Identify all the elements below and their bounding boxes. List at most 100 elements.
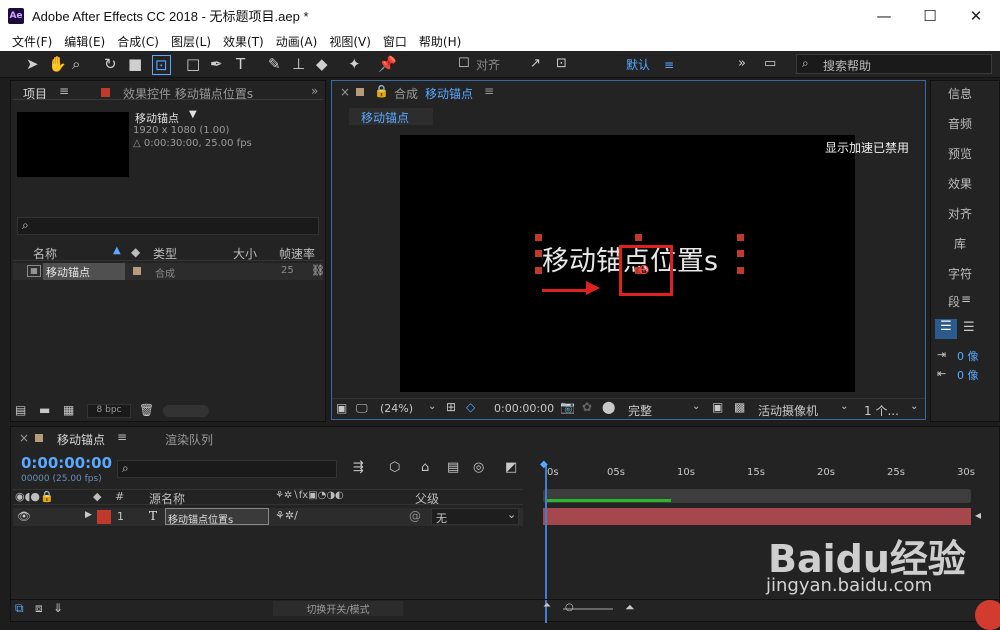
frame-blending-icon[interactable]: ▤ bbox=[447, 460, 459, 475]
panel-preview[interactable]: 预览 bbox=[937, 145, 983, 162]
parent-chevron-icon[interactable]: ⌄ bbox=[507, 508, 516, 521]
feedback-badge-icon[interactable] bbox=[975, 600, 1000, 630]
col-name[interactable]: 名称 bbox=[33, 245, 57, 262]
tab-render-queue[interactable]: 渲染队列 bbox=[165, 431, 213, 448]
bpc-button[interactable]: 8 bpc bbox=[87, 404, 131, 418]
zoom-dropdown[interactable]: (24%) bbox=[380, 402, 413, 415]
shy-layers-icon[interactable]: ⌂ bbox=[421, 460, 429, 475]
camera-tool-icon[interactable]: ■ bbox=[128, 55, 142, 73]
project-scrollbar[interactable] bbox=[163, 405, 209, 417]
rotate-tool-icon[interactable]: ↻ bbox=[104, 55, 117, 73]
channel-icon[interactable]: ⬤ bbox=[602, 400, 615, 414]
camera-chevron-icon[interactable]: ⌄ bbox=[840, 401, 848, 412]
puppet-pin-icon[interactable]: 📌 bbox=[378, 55, 397, 73]
interpret-footage-icon[interactable]: ▤ bbox=[15, 403, 26, 417]
menu-edit[interactable]: 编辑(E) bbox=[64, 33, 105, 50]
panel-info[interactable]: 信息 bbox=[937, 85, 983, 102]
anchor-point-icon[interactable]: ⊕ bbox=[638, 262, 650, 278]
flowchart-icon[interactable]: ⛓ bbox=[311, 264, 325, 277]
clone-stamp-icon[interactable]: ⊥ bbox=[292, 55, 305, 73]
graph-editor-icon[interactable]: ◩ bbox=[505, 460, 517, 475]
help-search-box[interactable]: ⌕ 搜索帮助 bbox=[796, 54, 992, 74]
type-tool-icon[interactable]: T bbox=[236, 55, 245, 73]
zoom-out-icon[interactable]: ⏶ bbox=[543, 600, 551, 611]
zoom-chevron-icon[interactable]: ⌄ bbox=[428, 401, 436, 412]
layer-handle-icon[interactable] bbox=[737, 234, 744, 241]
layer-handle-icon[interactable] bbox=[635, 234, 642, 241]
views-chevron-icon[interactable]: ⌄ bbox=[910, 401, 918, 412]
label-column-icon[interactable]: ◆ bbox=[131, 245, 140, 259]
indent-left-value[interactable]: 0 像 bbox=[957, 348, 979, 364]
draft-3d-icon[interactable]: ⬡ bbox=[389, 460, 400, 475]
layer-handle-icon[interactable] bbox=[737, 267, 744, 274]
menu-view[interactable]: 视图(V) bbox=[329, 33, 371, 50]
transparency-grid-icon[interactable]: ◇ bbox=[466, 400, 475, 414]
pen-tool-icon[interactable]: ✒ bbox=[210, 55, 223, 73]
views-dropdown[interactable]: 1 个... bbox=[864, 402, 899, 419]
time-ruler[interactable]: 0s 05s 10s 15s 20s 25s 30s bbox=[541, 457, 975, 478]
project-tab-menu-icon[interactable]: ≡ bbox=[59, 84, 69, 98]
toggle-switches-modes-button[interactable]: 切换开关/模式 bbox=[273, 601, 403, 616]
comp-close-button[interactable]: × bbox=[340, 85, 350, 99]
item-dropdown-icon[interactable]: ▼ bbox=[189, 109, 197, 120]
project-search-input[interactable]: ⌕ bbox=[17, 217, 319, 235]
col-parent[interactable]: 父级 bbox=[415, 490, 439, 507]
search-toggle-icon[interactable]: ▭ bbox=[764, 55, 776, 73]
panel-library[interactable]: 库 bbox=[937, 235, 983, 252]
menu-composition[interactable]: 合成(C) bbox=[117, 33, 159, 50]
col-size[interactable]: 大小 bbox=[233, 245, 257, 262]
pickwhip-icon[interactable]: @ bbox=[409, 509, 421, 523]
parent-dropdown[interactable]: 无 bbox=[431, 508, 519, 525]
zoom-slider-handle-icon[interactable]: ○ bbox=[565, 602, 574, 613]
panel-character[interactable]: 字符 bbox=[937, 265, 983, 282]
visibility-icon[interactable]: 👁 bbox=[17, 510, 31, 523]
comp-tab-menu-icon[interactable]: ≡ bbox=[484, 84, 494, 98]
snap-grid-icon[interactable]: ⊡ bbox=[556, 55, 567, 73]
tab-comp-name[interactable]: 移动锚点 bbox=[425, 85, 473, 102]
lock-icon[interactable]: 🔒 bbox=[374, 84, 389, 98]
menu-animation[interactable]: 动画(A) bbox=[276, 33, 318, 50]
show-snapshot-icon[interactable]: ✿ bbox=[582, 400, 592, 414]
col-type[interactable]: 类型 bbox=[153, 245, 177, 262]
align-center-icon[interactable]: ☰ bbox=[963, 320, 975, 335]
new-comp-icon[interactable]: ▦ bbox=[63, 403, 74, 417]
comp-mini-flowchart-icon[interactable]: ⇶ bbox=[353, 460, 364, 475]
delete-icon[interactable]: 🗑 bbox=[139, 403, 154, 417]
timeline-search-input[interactable]: ⌕ bbox=[117, 460, 337, 478]
layer-switches-icon[interactable]: ⚘✲/ bbox=[275, 509, 298, 522]
layer-switches-toggle-icon[interactable]: ⧉ bbox=[15, 601, 24, 616]
selection-tool-icon[interactable]: ➤ bbox=[26, 55, 39, 73]
fit-icon[interactable]: ⊞ bbox=[446, 400, 456, 414]
zoom-in-icon[interactable]: ⏶ bbox=[625, 600, 635, 615]
help-search-input[interactable]: 搜索帮助 bbox=[823, 57, 871, 74]
col-fps[interactable]: 帧速率 bbox=[279, 245, 315, 262]
layer-handle-icon[interactable] bbox=[535, 250, 542, 257]
comp-breadcrumb[interactable]: 移动锚点 bbox=[349, 108, 433, 125]
layer-handle-icon[interactable] bbox=[535, 234, 542, 241]
playhead-icon[interactable]: ◆ bbox=[540, 459, 548, 470]
in-out-icon[interactable]: ⇓ bbox=[53, 601, 63, 615]
rectangle-tool-icon[interactable]: □ bbox=[186, 55, 200, 73]
layer-name[interactable]: 移动锚点位置s bbox=[165, 508, 269, 526]
layer-duration-bar[interactable] bbox=[543, 508, 971, 525]
panel-align[interactable]: 对齐 bbox=[937, 205, 983, 222]
region-of-interest-icon[interactable]: ▣ bbox=[712, 400, 723, 414]
layer-handle-icon[interactable] bbox=[737, 250, 744, 257]
resolution-dropdown[interactable]: 完整 bbox=[628, 402, 652, 419]
menu-effect[interactable]: 效果(T) bbox=[223, 33, 264, 50]
hand-tool-icon[interactable]: ✋ bbox=[48, 55, 67, 73]
roto-brush-icon[interactable]: ✦ bbox=[348, 55, 361, 73]
always-preview-icon[interactable]: ▣ bbox=[336, 401, 347, 415]
indent-first-value[interactable]: 0 像 bbox=[957, 367, 979, 383]
layer-label-swatch[interactable] bbox=[97, 510, 111, 524]
keyframe-nav-icon[interactable]: ◂ bbox=[975, 508, 981, 522]
close-button[interactable]: ✕ bbox=[953, 0, 999, 31]
snap-icon[interactable]: ↗ bbox=[530, 55, 541, 73]
timeline-close-button[interactable]: × bbox=[19, 431, 29, 445]
align-left-icon[interactable]: ☰ bbox=[935, 319, 957, 339]
align-checkbox[interactable]: ☐ bbox=[458, 55, 470, 73]
maximize-button[interactable]: ☐ bbox=[907, 0, 953, 31]
panel-audio[interactable]: 音频 bbox=[937, 115, 983, 132]
menu-layer[interactable]: 图层(L) bbox=[171, 33, 211, 50]
current-time-display[interactable]: 0:00:00:00 bbox=[494, 402, 554, 415]
